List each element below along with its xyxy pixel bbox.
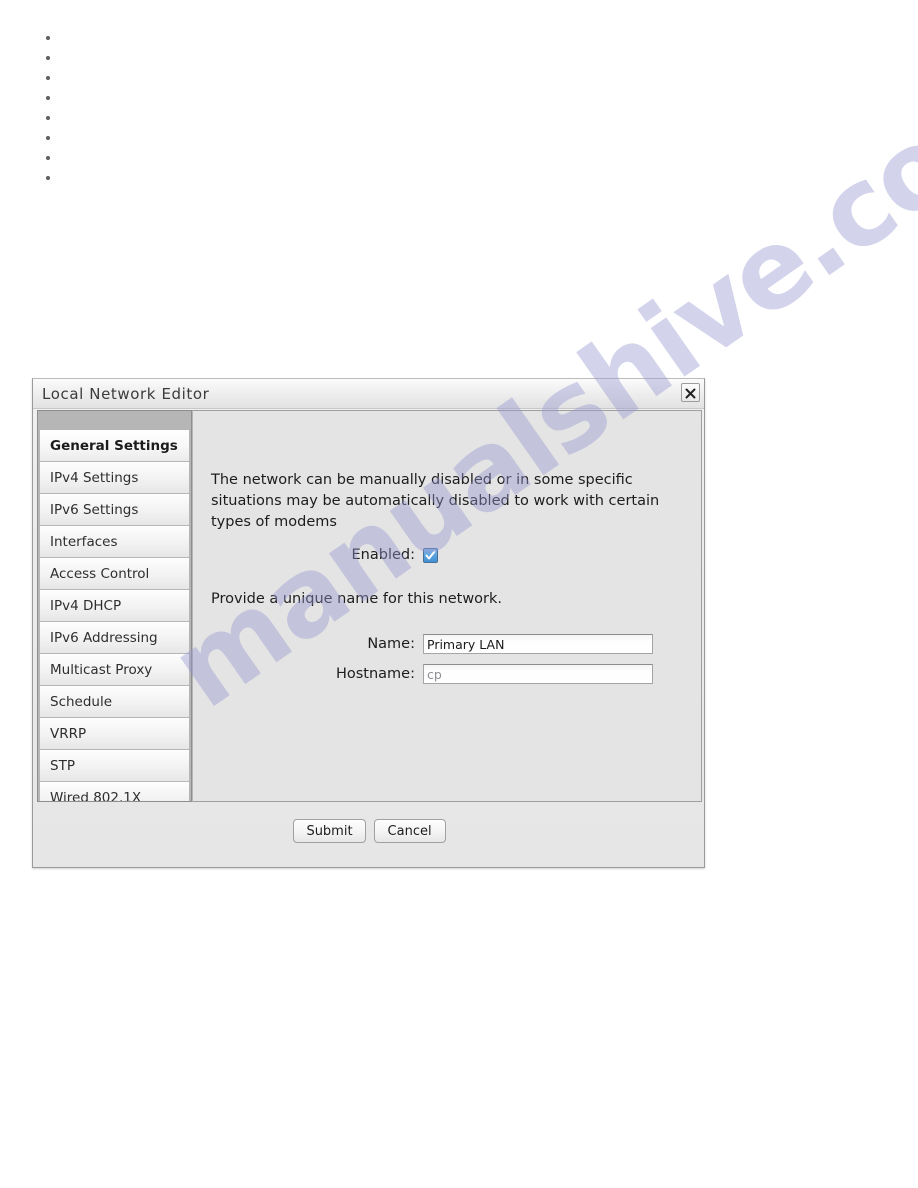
sidebar-item-ipv4-dhcp[interactable]: IPv4 DHCP — [40, 590, 189, 621]
bullet-list — [24, 28, 60, 188]
enabled-row: Enabled: — [193, 547, 661, 563]
sidebar-item-ipv6-settings[interactable]: IPv6 Settings — [40, 494, 189, 525]
unique-name-text: Provide a unique name for this network. — [211, 591, 503, 607]
sidebar-item-ipv6-addressing[interactable]: IPv6 Addressing — [40, 622, 189, 653]
sidebar-item-schedule[interactable]: Schedule — [40, 686, 189, 717]
dialog-title: Local Network Editor — [42, 385, 210, 403]
enabled-checkbox[interactable] — [423, 547, 438, 563]
sidebar-item-general-settings[interactable]: General Settings — [40, 430, 189, 461]
sidebar-item-ipv4-settings[interactable]: IPv4 Settings — [40, 462, 189, 493]
dialog-content-panel: The network can be manually disabled or … — [192, 410, 702, 802]
dialog-sidebar: General Settings IPv4 Settings IPv6 Sett… — [37, 410, 192, 802]
cancel-button[interactable]: Cancel — [373, 819, 446, 843]
hostname-input[interactable] — [423, 664, 653, 684]
hostname-row: Hostname: — [193, 664, 661, 684]
footer-buttons: Submit Cancel — [37, 819, 702, 843]
dialog-footer: Submit Cancel — [37, 806, 702, 864]
intro-text: The network can be manually disabled or … — [211, 472, 660, 530]
sidebar-item-wired-8021x[interactable]: Wired 802.1X — [40, 782, 189, 801]
close-icon[interactable] — [681, 383, 700, 402]
sidebar-item-vrrp[interactable]: VRRP — [40, 718, 189, 749]
hostname-label: Hostname: — [335, 666, 415, 682]
enabled-label: Enabled: — [351, 547, 415, 563]
name-row: Name: — [193, 634, 661, 654]
sidebar-item-multicast-proxy[interactable]: Multicast Proxy — [40, 654, 189, 685]
local-network-editor-dialog: Local Network Editor General Settings IP… — [32, 378, 705, 868]
sidebar-item-interfaces[interactable]: Interfaces — [40, 526, 189, 557]
name-input[interactable] — [423, 634, 653, 654]
dialog-body: General Settings IPv4 Settings IPv6 Sett… — [37, 410, 702, 802]
sidebar-item-stp[interactable]: STP — [40, 750, 189, 781]
dialog-titlebar: Local Network Editor — [33, 379, 704, 409]
name-label: Name: — [367, 636, 415, 652]
sidebar-item-access-control[interactable]: Access Control — [40, 558, 189, 589]
submit-button[interactable]: Submit — [293, 819, 366, 843]
